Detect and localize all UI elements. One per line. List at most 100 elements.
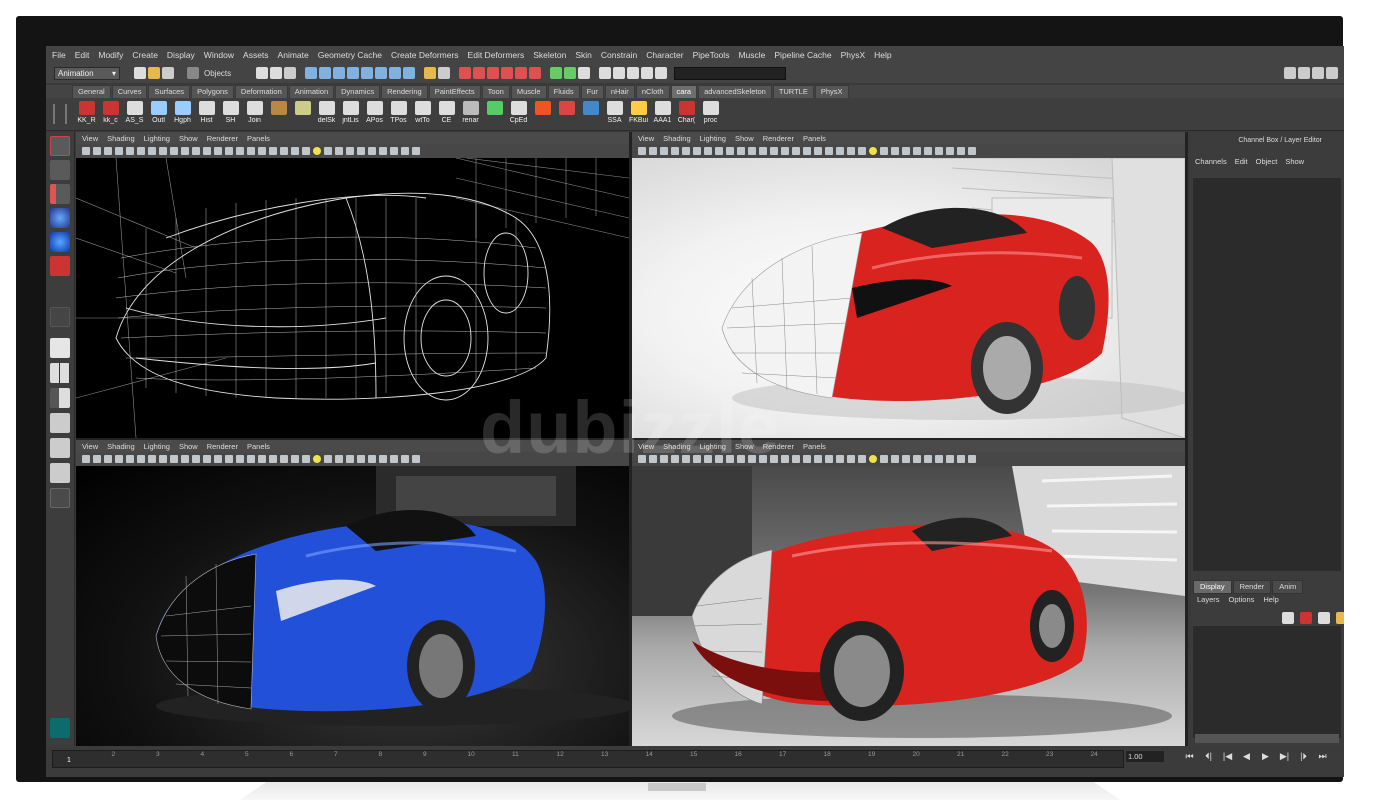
graph-editor-icon[interactable] [613, 67, 626, 79]
viewport-menu-panels[interactable]: Panels [247, 442, 270, 451]
viewport-menu-view[interactable]: View [82, 134, 98, 143]
snap-view-icon[interactable] [389, 67, 402, 79]
viewport-menu-view[interactable]: View [638, 134, 654, 143]
attribute-editor-icon[interactable] [641, 67, 654, 79]
snap-point-blue-icon[interactable] [375, 67, 388, 79]
viewport-menu-show[interactable]: Show [735, 134, 754, 143]
script-editor-icon[interactable] [599, 67, 612, 79]
shelf-button-sh[interactable]: SH [219, 98, 242, 124]
magnet-icon[interactable] [438, 67, 451, 79]
shelf-button-cped[interactable]: CpEd [507, 98, 530, 124]
input-icon[interactable] [550, 67, 563, 79]
select-hierarchy-icon[interactable] [187, 67, 199, 79]
four-pane-layout-icon[interactable] [50, 363, 70, 383]
shelf-options-icon[interactable] [53, 104, 67, 124]
viewport-menu-shading[interactable]: Shading [663, 134, 691, 143]
tab-general[interactable]: General [72, 85, 111, 98]
shelf-button-char[interactable]: Char( [675, 98, 698, 124]
tab-toon[interactable]: Toon [481, 85, 510, 98]
move-icon[interactable] [305, 67, 318, 79]
tab-fluids[interactable]: Fluids [547, 85, 580, 98]
menu-character[interactable]: Character [646, 50, 683, 60]
shelf-button-tpos[interactable]: TPos [387, 98, 410, 124]
play-backwards-icon[interactable]: ◀ [1237, 751, 1256, 762]
snap-grid-blue-icon[interactable] [347, 67, 360, 79]
shelf-button-ce[interactable]: CE [435, 98, 458, 124]
shelf-button-kkr[interactable]: KK_R [75, 98, 98, 124]
menu-assets[interactable]: Assets [243, 50, 269, 60]
viewport-menu-panels[interactable]: Panels [803, 134, 826, 143]
tab-fur[interactable]: Fur [580, 85, 604, 98]
viewport-menu-view[interactable]: View [82, 442, 98, 451]
shelf-button-join[interactable]: Join [243, 98, 266, 124]
viewport-menu-renderer[interactable]: Renderer [207, 134, 238, 143]
rotate-icon[interactable] [319, 67, 332, 79]
shelf-button-apos[interactable]: APos [363, 98, 386, 124]
tab-animation[interactable]: Animation [288, 85, 335, 98]
construction-history-icon[interactable] [459, 67, 472, 79]
ipr-render-icon[interactable] [487, 67, 500, 79]
menu-file[interactable]: File [52, 50, 66, 60]
shelf-button-hist[interactable]: Hist [195, 98, 218, 124]
viewport-bottom-left[interactable]: View Shading Lighting Show Renderer Panels [76, 440, 629, 746]
step-forward-frame-icon[interactable]: ▶| [1275, 751, 1294, 762]
hypershade-layout-icon[interactable] [50, 463, 70, 483]
tab-surfaces[interactable]: Surfaces [148, 85, 191, 98]
render-current-icon[interactable] [473, 67, 486, 79]
timeline-ruler[interactable]: 1 2 3 4 5 6 7 8 9 10 11 12 13 14 15 16 17 18 19 20 21 22 23 24 [52, 750, 1124, 768]
open-scene-icon[interactable] [148, 67, 160, 79]
render-settings-icon[interactable] [501, 67, 514, 79]
lasso-tool-icon[interactable] [50, 160, 70, 180]
menu-pipeline-cache[interactable]: Pipeline Cache [774, 50, 831, 60]
tab-display[interactable]: Display [1193, 580, 1232, 594]
command-search-input[interactable] [674, 66, 787, 80]
shelf-button-kkc[interactable]: kk_c [99, 98, 122, 124]
persp-graph-layout-icon[interactable] [50, 413, 70, 433]
menu-constrain[interactable]: Constrain [601, 50, 637, 60]
help-icon[interactable] [403, 67, 416, 79]
hypershade-icon[interactable] [515, 67, 528, 79]
go-to-start-icon[interactable]: ⏮ [1180, 751, 1199, 762]
shelf-button-icon20[interactable] [555, 98, 578, 117]
menu-channels[interactable]: Channels [1195, 157, 1227, 166]
persp-outliner-layout-icon[interactable] [50, 438, 70, 458]
tab-nhair[interactable]: nHair [604, 85, 635, 98]
snap-curve-blue-icon[interactable] [361, 67, 374, 79]
shelf-button-ssa[interactable]: SSA [603, 98, 626, 124]
show-tool-settings-icon[interactable] [1298, 67, 1310, 79]
scale-tool-icon[interactable] [50, 256, 70, 276]
menu-layers[interactable]: Layers [1197, 595, 1220, 604]
menu-skeleton[interactable]: Skeleton [533, 50, 566, 60]
viewport-menu-panels[interactable]: Panels [247, 134, 270, 143]
tab-painteffects[interactable]: PaintEffects [428, 85, 481, 98]
viewport-menu-show[interactable]: Show [179, 134, 198, 143]
rotate-tool-icon[interactable] [50, 232, 70, 252]
tab-anim[interactable]: Anim [1272, 580, 1304, 594]
shelf-button-jntlis[interactable]: jntLis [339, 98, 362, 124]
menu-create-deformers[interactable]: Create Deformers [391, 50, 459, 60]
side-by-side-layout-icon[interactable] [50, 388, 70, 408]
shelf-button-delsk[interactable]: delSk [315, 98, 338, 124]
uv-editor-icon[interactable] [627, 67, 640, 79]
menu-window[interactable]: Window [204, 50, 234, 60]
output-icon[interactable] [564, 67, 577, 79]
outliner-toggle-icon[interactable] [50, 488, 70, 508]
scale-icon[interactable] [333, 67, 346, 79]
tab-turtle[interactable]: TURTLE [772, 85, 814, 98]
viewport-menu-lighting[interactable]: Lighting [700, 134, 726, 143]
viewport-menu-show[interactable]: Show [179, 442, 198, 451]
menu-skin[interactable]: Skin [575, 50, 592, 60]
step-back-key-icon[interactable]: ⏴| [1199, 751, 1218, 762]
mental-ray-icon[interactable] [50, 718, 70, 738]
shelf-button-aaa1[interactable]: AAA1 [651, 98, 674, 124]
snap-grid-icon[interactable] [256, 67, 269, 79]
shelf-button-icon19[interactable] [531, 98, 554, 117]
layer-scrollbar[interactable] [1195, 734, 1339, 743]
shelf-button-fkbui[interactable]: FKBui [627, 98, 650, 124]
shelf-button-icon21[interactable] [579, 98, 602, 117]
tab-curves[interactable]: Curves [111, 85, 148, 98]
menu-help[interactable]: Help [874, 50, 891, 60]
step-forward-key-icon[interactable]: |⏵ [1294, 751, 1313, 762]
tool-settings-icon[interactable] [655, 67, 668, 79]
menu-options[interactable]: Options [1229, 595, 1255, 604]
